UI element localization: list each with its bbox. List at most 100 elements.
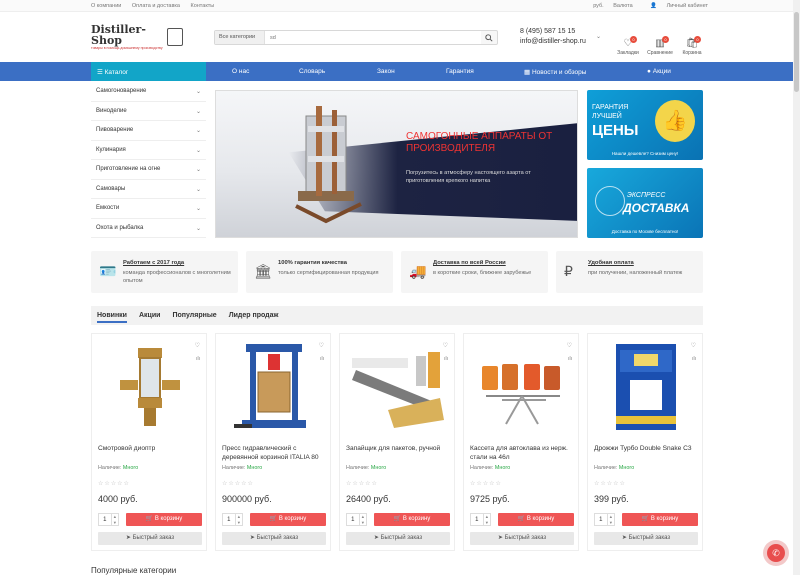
nav-item-news[interactable]: ▦ Новости и обзоры xyxy=(524,68,586,76)
add-to-cart-button[interactable]: 🛒 В корзину xyxy=(498,513,574,526)
catalog-button[interactable]: ☰ Каталог xyxy=(91,62,206,81)
send-icon: ➤ xyxy=(621,535,627,541)
hero-banner[interactable]: САМОГОННЫЕ АППАРАТЫ ОТ ПРОИЗВОДИТЕЛЯ Пог… xyxy=(215,90,578,238)
chevron-down-icon[interactable]: ⌄ xyxy=(596,32,601,42)
add-to-cart-button[interactable]: 🛒 В корзину xyxy=(622,513,698,526)
tab-sales[interactable]: Акции xyxy=(139,312,160,319)
product-name[interactable]: Дрожжи Турбо Double Snake C3 xyxy=(594,444,700,453)
compare-icon[interactable]: ılı xyxy=(692,356,696,362)
search-bar: Все категории xyxy=(214,30,498,45)
header: Distiller-Shop товары в помощь домашнему… xyxy=(0,12,800,62)
add-to-cart-button[interactable]: 🛒 В корзину xyxy=(250,513,326,526)
phone-number[interactable]: 8 (495) 587 15 15 xyxy=(520,27,586,37)
cart-icon: 🛒 xyxy=(145,516,154,522)
phone-icon: ✆ xyxy=(767,544,785,562)
tab-new[interactable]: Новинки xyxy=(97,312,127,323)
bookmarks-button[interactable]: ♡ 0 Закладки xyxy=(612,36,644,56)
tab-popular[interactable]: Популярные xyxy=(172,312,216,319)
product-name[interactable]: Смотровой диоптр xyxy=(98,444,204,453)
send-icon: ➤ xyxy=(373,535,379,541)
compare-icon[interactable]: ılı xyxy=(568,356,572,362)
product-name[interactable]: Пресс гидравлический с деревянной корзин… xyxy=(222,444,328,462)
quantity-stepper[interactable]: 1 ▲ ▼ xyxy=(470,513,491,526)
add-to-cart-button[interactable]: 🛒 В корзину xyxy=(126,513,202,526)
callback-button[interactable]: ✆ xyxy=(763,540,789,566)
chevron-down-icon: ⌄ xyxy=(195,206,201,212)
logo[interactable]: Distiller-Shop товары в помощь домашнему… xyxy=(91,22,183,52)
user-icon: 👤 xyxy=(650,2,658,9)
sidebar-item[interactable]: Виноделие ⌄ xyxy=(91,102,206,121)
send-icon: ➤ xyxy=(249,535,255,541)
chevron-down-icon: ⌄ xyxy=(195,167,201,173)
product-name[interactable]: Кассета для автоклава из нерж. стали на … xyxy=(470,444,576,462)
heart-icon[interactable]: ♡ xyxy=(567,342,572,349)
quantity-stepper[interactable]: 1 ▲ ▼ xyxy=(346,513,367,526)
product-image[interactable] xyxy=(472,340,572,433)
heart-icon[interactable]: ♡ xyxy=(691,342,696,349)
cart-button[interactable]: 🛍 0 Корзина xyxy=(676,36,708,56)
nav-item-guarantee[interactable]: Гарантия xyxy=(446,68,474,75)
feature-experience: 🪪 Работаем с 2017 года команда профессио… xyxy=(91,251,238,293)
heart-icon[interactable]: ♡ xyxy=(443,342,448,349)
ruble-icon: ₽ xyxy=(564,263,573,279)
scrollbar[interactable] xyxy=(793,0,800,575)
add-to-cart-button[interactable]: 🛒 В корзину xyxy=(374,513,450,526)
email-link[interactable]: info@distiller-shop.ru xyxy=(520,37,586,47)
sidebar-item[interactable]: Приготовление на огне ⌄ xyxy=(91,160,206,180)
feature-quality: 🏛 100% гарантия качества только сертифиц… xyxy=(246,251,393,293)
contact-block: 8 (495) 587 15 15 info@distiller-shop.ru… xyxy=(520,27,601,47)
top-link-about[interactable]: О компании xyxy=(91,3,121,9)
sidebar-item[interactable]: Самовары ⌄ xyxy=(91,180,206,199)
quick-order-button[interactable]: ➤ Быстрый заказ xyxy=(98,532,202,545)
compare-icon[interactable]: ılı xyxy=(196,356,200,362)
heart-icon[interactable]: ♡ xyxy=(195,342,200,349)
quantity-stepper[interactable]: 1 ▲ ▼ xyxy=(222,513,243,526)
sidebar-item[interactable]: Самогоноварение ⌄ xyxy=(91,82,206,102)
quantity-stepper[interactable]: 1 ▲ ▼ xyxy=(594,513,615,526)
send-icon: ➤ xyxy=(125,535,131,541)
quick-order-button[interactable]: ➤ Быстрый заказ xyxy=(222,532,326,545)
tab-bestsellers[interactable]: Лидер продаж xyxy=(229,312,279,319)
search-category-select[interactable]: Все категории xyxy=(215,31,265,44)
heart-icon[interactable]: ♡ xyxy=(319,342,324,349)
sidebar-item[interactable]: Пивоварение ⌄ xyxy=(91,121,206,141)
stock-status: Наличие: Много xyxy=(222,465,263,471)
search-button[interactable] xyxy=(481,31,497,44)
search-input[interactable] xyxy=(265,31,481,44)
sidebar-item[interactable]: Емкости ⌄ xyxy=(91,199,206,219)
rating-stars: ☆☆☆☆☆ xyxy=(98,481,130,487)
product-image[interactable] xyxy=(348,340,448,433)
product-card: ♡ ılı Кассета для автоклава из нерж. ста… xyxy=(463,333,579,551)
rating-stars: ☆☆☆☆☆ xyxy=(470,481,502,487)
bank-icon: 🏛 xyxy=(254,263,272,279)
feature-delivery: 🚚 Доставка по всей России в короткие сро… xyxy=(401,251,548,293)
promo-best-price[interactable]: ГАРАНТИЯ ЛУЧШЕЙ ЦЕНЫ 👍 Нашли дешевле? Сн… xyxy=(587,90,703,160)
top-link-contacts[interactable]: Контакты xyxy=(191,3,215,9)
quick-order-button[interactable]: ➤ Быстрый заказ xyxy=(346,532,450,545)
compare-button[interactable]: ▥ 0 Сравнение xyxy=(644,36,676,56)
sidebar-item[interactable]: Кулинария ⌄ xyxy=(91,141,206,160)
quantity-stepper[interactable]: 1 ▲ ▼ xyxy=(98,513,119,526)
nav-item-about[interactable]: О нас xyxy=(232,68,249,75)
search-icon xyxy=(485,33,493,42)
sidebar-item[interactable]: Охота и рыбалка ⌄ xyxy=(91,219,206,238)
account-link[interactable]: 👤 Личный кабинет xyxy=(642,3,708,9)
section-title: Популярные категории xyxy=(91,566,177,575)
promo-express-delivery[interactable]: ЭКСПРЕСС ДОСТАВКА Доставка по Москве бес… xyxy=(587,168,703,238)
top-link-payment[interactable]: Оплата и доставка xyxy=(132,3,180,9)
scrollbar-thumb[interactable] xyxy=(794,12,799,92)
quick-order-button[interactable]: ➤ Быстрый заказ xyxy=(470,532,574,545)
compare-icon[interactable]: ılı xyxy=(320,356,324,362)
id-card-icon: 🪪 xyxy=(99,263,117,279)
product-image[interactable] xyxy=(224,340,324,433)
product-image[interactable] xyxy=(100,340,200,433)
currency-selector[interactable]: руб. Валюта xyxy=(585,3,633,9)
product-name[interactable]: Запайщик для пакетов, ручной xyxy=(346,444,452,453)
product-image[interactable] xyxy=(596,340,696,433)
nav-item-sales[interactable]: ● Акции xyxy=(647,68,671,75)
nav-item-dictionary[interactable]: Словарь xyxy=(299,68,325,75)
cart-icon: 🛒 xyxy=(517,516,526,522)
quick-order-button[interactable]: ➤ Быстрый заказ xyxy=(594,532,698,545)
nav-item-law[interactable]: Закон xyxy=(377,68,395,75)
compare-icon[interactable]: ılı xyxy=(444,356,448,362)
